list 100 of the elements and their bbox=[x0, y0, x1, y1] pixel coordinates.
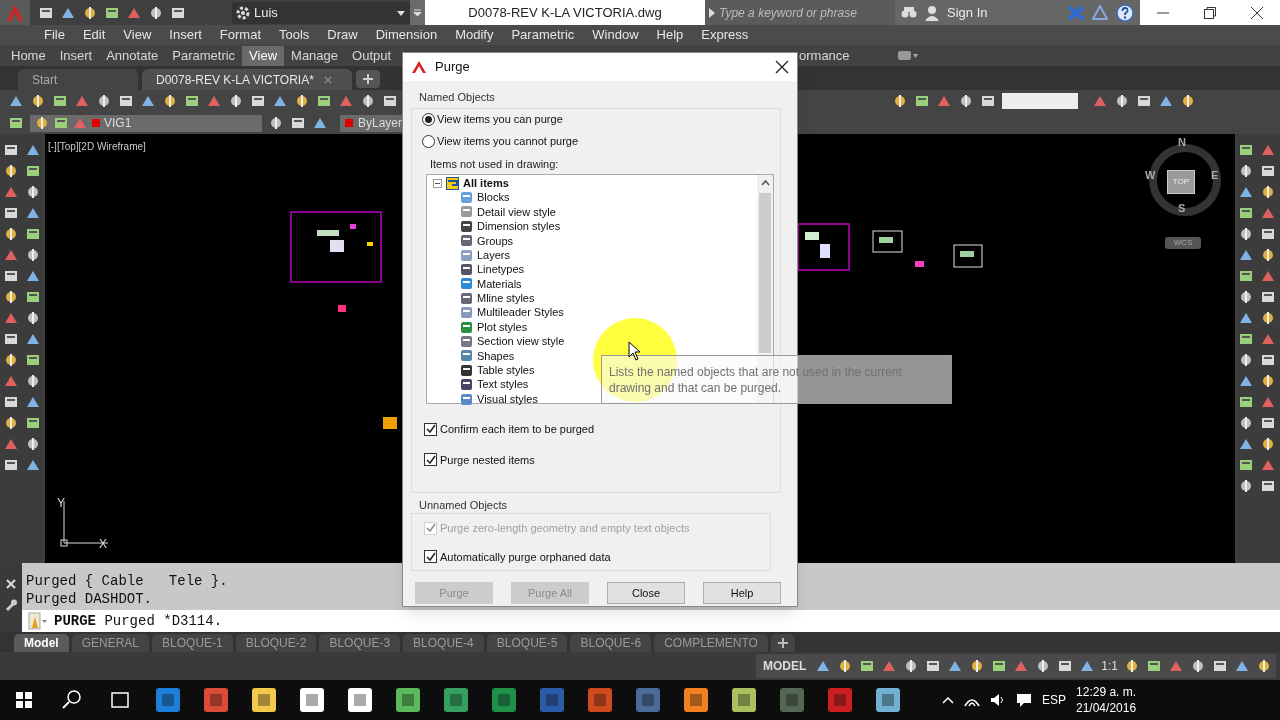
tree-item[interactable]: Text styles bbox=[477, 376, 529, 393]
checkbox-label[interactable]: Confirm each item to be purged bbox=[440, 421, 595, 438]
tree-item[interactable]: Materials bbox=[477, 275, 522, 293]
dropdown-field[interactable] bbox=[1002, 93, 1078, 109]
tool-icon[interactable] bbox=[1238, 226, 1254, 242]
dialog-button[interactable]: Close bbox=[607, 582, 685, 604]
tree-item[interactable]: All items bbox=[463, 174, 509, 192]
tool-icon[interactable] bbox=[1114, 93, 1130, 109]
tree-item[interactable]: Groups bbox=[477, 232, 514, 249]
menu-item[interactable]: Tools bbox=[271, 25, 318, 45]
tree-item[interactable]: Dimension styles bbox=[477, 218, 561, 235]
tool-icon[interactable] bbox=[1238, 415, 1254, 431]
tool-icon[interactable] bbox=[1238, 478, 1254, 494]
radio-label[interactable]: View items you cannot purge bbox=[437, 133, 579, 150]
tool-icon[interactable] bbox=[24, 289, 41, 305]
collapse-toggle[interactable] bbox=[433, 178, 442, 188]
tool-icon[interactable] bbox=[3, 331, 19, 347]
workspace-dropdown[interactable]: Luis bbox=[232, 1, 410, 24]
tree-item[interactable]: Linetypes bbox=[477, 261, 525, 278]
tool-icon[interactable] bbox=[8, 115, 24, 131]
tool-icon[interactable] bbox=[991, 658, 1008, 674]
layout-tab[interactable]: BLOQUE-6 bbox=[570, 634, 652, 652]
tool-icon[interactable] bbox=[268, 115, 284, 131]
tool-icon[interactable] bbox=[3, 205, 19, 221]
menu-item[interactable]: View bbox=[115, 25, 160, 45]
ribbon-tab[interactable]: View bbox=[242, 45, 285, 66]
file-tab[interactable]: D0078-REV K-LA VICTORIA* bbox=[142, 69, 352, 90]
panel-toggle-icon[interactable] bbox=[896, 49, 919, 62]
ribbon-tab[interactable]: Insert bbox=[52, 45, 100, 66]
compass-label[interactable]: N bbox=[1178, 134, 1186, 151]
restore-icon[interactable] bbox=[1203, 5, 1217, 20]
ribbon-tab[interactable]: Output bbox=[345, 45, 399, 66]
clock-date[interactable]: 21/04/2016 bbox=[1076, 700, 1137, 716]
tool-icon[interactable] bbox=[3, 163, 19, 179]
tool-icon[interactable] bbox=[96, 93, 112, 109]
tool-icon[interactable] bbox=[3, 226, 19, 242]
tool-icon[interactable] bbox=[1259, 478, 1276, 494]
menu-item[interactable]: Help bbox=[648, 25, 692, 45]
tree-item[interactable]: Detail view style bbox=[477, 203, 556, 221]
menu-item[interactable]: File bbox=[36, 25, 73, 45]
tool-icon[interactable] bbox=[382, 93, 398, 109]
checkbox[interactable] bbox=[424, 422, 437, 436]
tool-icon[interactable] bbox=[184, 93, 200, 109]
tool-icon[interactable] bbox=[1238, 268, 1254, 284]
tool-icon[interactable] bbox=[228, 93, 244, 109]
close-icon[interactable] bbox=[1249, 5, 1264, 20]
tool-icon[interactable] bbox=[294, 93, 310, 109]
tool-icon[interactable] bbox=[24, 352, 41, 368]
tool-icon[interactable] bbox=[24, 163, 41, 179]
menu-item[interactable]: Edit bbox=[74, 25, 114, 45]
tool-icon[interactable] bbox=[1238, 457, 1254, 473]
tool-icon[interactable] bbox=[1238, 142, 1254, 158]
notification-icon[interactable] bbox=[1016, 692, 1032, 708]
tool-icon[interactable] bbox=[3, 415, 19, 431]
tool-icon[interactable] bbox=[3, 457, 19, 473]
ribbon-tab[interactable]: Annotate bbox=[99, 45, 166, 66]
tool-icon[interactable] bbox=[1259, 415, 1276, 431]
scrollbar-thumb[interactable] bbox=[759, 193, 771, 353]
menu-item[interactable]: Window bbox=[584, 25, 647, 45]
tool-icon[interactable] bbox=[859, 658, 876, 674]
tool-icon[interactable] bbox=[162, 93, 178, 109]
tool-icon[interactable] bbox=[3, 142, 19, 158]
tool-icon[interactable] bbox=[1238, 394, 1254, 410]
tool-icon[interactable] bbox=[1190, 658, 1206, 674]
tool-icon[interactable] bbox=[1180, 93, 1196, 109]
tool-icon[interactable] bbox=[290, 115, 306, 131]
wrench-icon[interactable] bbox=[5, 599, 17, 611]
tool-icon[interactable] bbox=[1238, 289, 1254, 305]
tool-icon[interactable] bbox=[3, 268, 19, 284]
tool-icon[interactable] bbox=[958, 93, 974, 109]
tool-icon[interactable] bbox=[3, 289, 19, 305]
tool-icon[interactable] bbox=[892, 93, 908, 109]
menu-item[interactable]: Format bbox=[211, 25, 269, 45]
compass-label[interactable]: E bbox=[1211, 167, 1219, 184]
tool-icon[interactable] bbox=[1238, 331, 1254, 347]
tool-icon[interactable] bbox=[1259, 352, 1276, 368]
tool-icon[interactable] bbox=[316, 93, 332, 109]
tool-icon[interactable] bbox=[24, 415, 41, 431]
input-language[interactable]: ESP bbox=[1042, 691, 1066, 709]
tree-item[interactable]: Mline styles bbox=[477, 290, 535, 307]
file-tab[interactable]: Start bbox=[18, 69, 138, 90]
tool-icon[interactable] bbox=[1238, 205, 1254, 221]
tool-icon[interactable] bbox=[1238, 352, 1254, 368]
model-space-button[interactable]: MODEL bbox=[759, 657, 810, 675]
tool-icon[interactable] bbox=[82, 4, 98, 21]
tool-icon[interactable] bbox=[925, 658, 942, 674]
tree-item[interactable]: Table styles bbox=[477, 362, 535, 379]
menu-item[interactable]: Draw bbox=[319, 25, 366, 45]
tool-icon[interactable] bbox=[980, 93, 996, 109]
tool-icon[interactable] bbox=[1124, 658, 1140, 674]
tool-icon[interactable] bbox=[1136, 93, 1152, 109]
chevron-icon[interactable] bbox=[760, 179, 770, 187]
radio-button[interactable] bbox=[422, 113, 435, 126]
checkbox[interactable] bbox=[424, 453, 437, 467]
tree-item[interactable]: Layers bbox=[477, 246, 511, 264]
new-layout-button[interactable] bbox=[770, 634, 795, 652]
layout-tab[interactable]: Model bbox=[14, 634, 69, 652]
tool-icon[interactable] bbox=[1057, 658, 1074, 674]
tool-icon[interactable] bbox=[1256, 658, 1272, 674]
tool-icon[interactable] bbox=[34, 115, 50, 131]
